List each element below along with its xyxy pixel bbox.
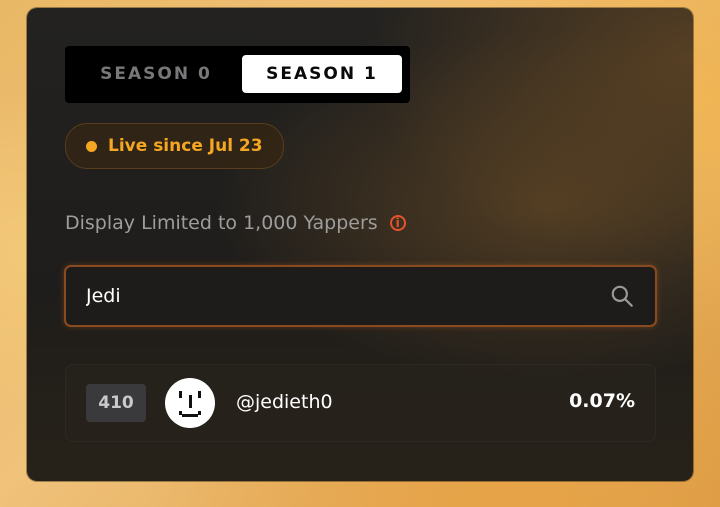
leaderboard-card: SEASON 0 SEASON 1 Live since Jul 23 Disp… xyxy=(27,8,693,481)
face-avatar-icon xyxy=(179,391,201,417)
info-icon[interactable]: i xyxy=(389,215,406,231)
mindshare-percent: 0.07% xyxy=(569,390,635,412)
live-status-text: Live since Jul 23 xyxy=(108,136,263,156)
username[interactable]: @jedieth0 xyxy=(236,391,333,413)
search-input[interactable] xyxy=(66,284,609,308)
result-row[interactable]: 410 @jedieth0 0.07% xyxy=(65,364,656,442)
live-status-badge: Live since Jul 23 xyxy=(65,123,284,169)
live-dot-icon xyxy=(86,140,97,152)
tab-season-1[interactable]: SEASON 1 xyxy=(242,55,402,93)
avatar xyxy=(165,378,215,428)
season-tabs: SEASON 0 SEASON 1 xyxy=(65,46,410,103)
search-box xyxy=(64,265,657,327)
display-limit-text: Display Limited to 1,000 Yappers xyxy=(65,212,378,234)
rank-badge: 410 xyxy=(86,384,146,422)
search-icon[interactable] xyxy=(609,283,635,309)
tab-season-0[interactable]: SEASON 0 xyxy=(81,55,231,93)
display-limit-notice: Display Limited to 1,000 Yappers i xyxy=(65,212,406,234)
